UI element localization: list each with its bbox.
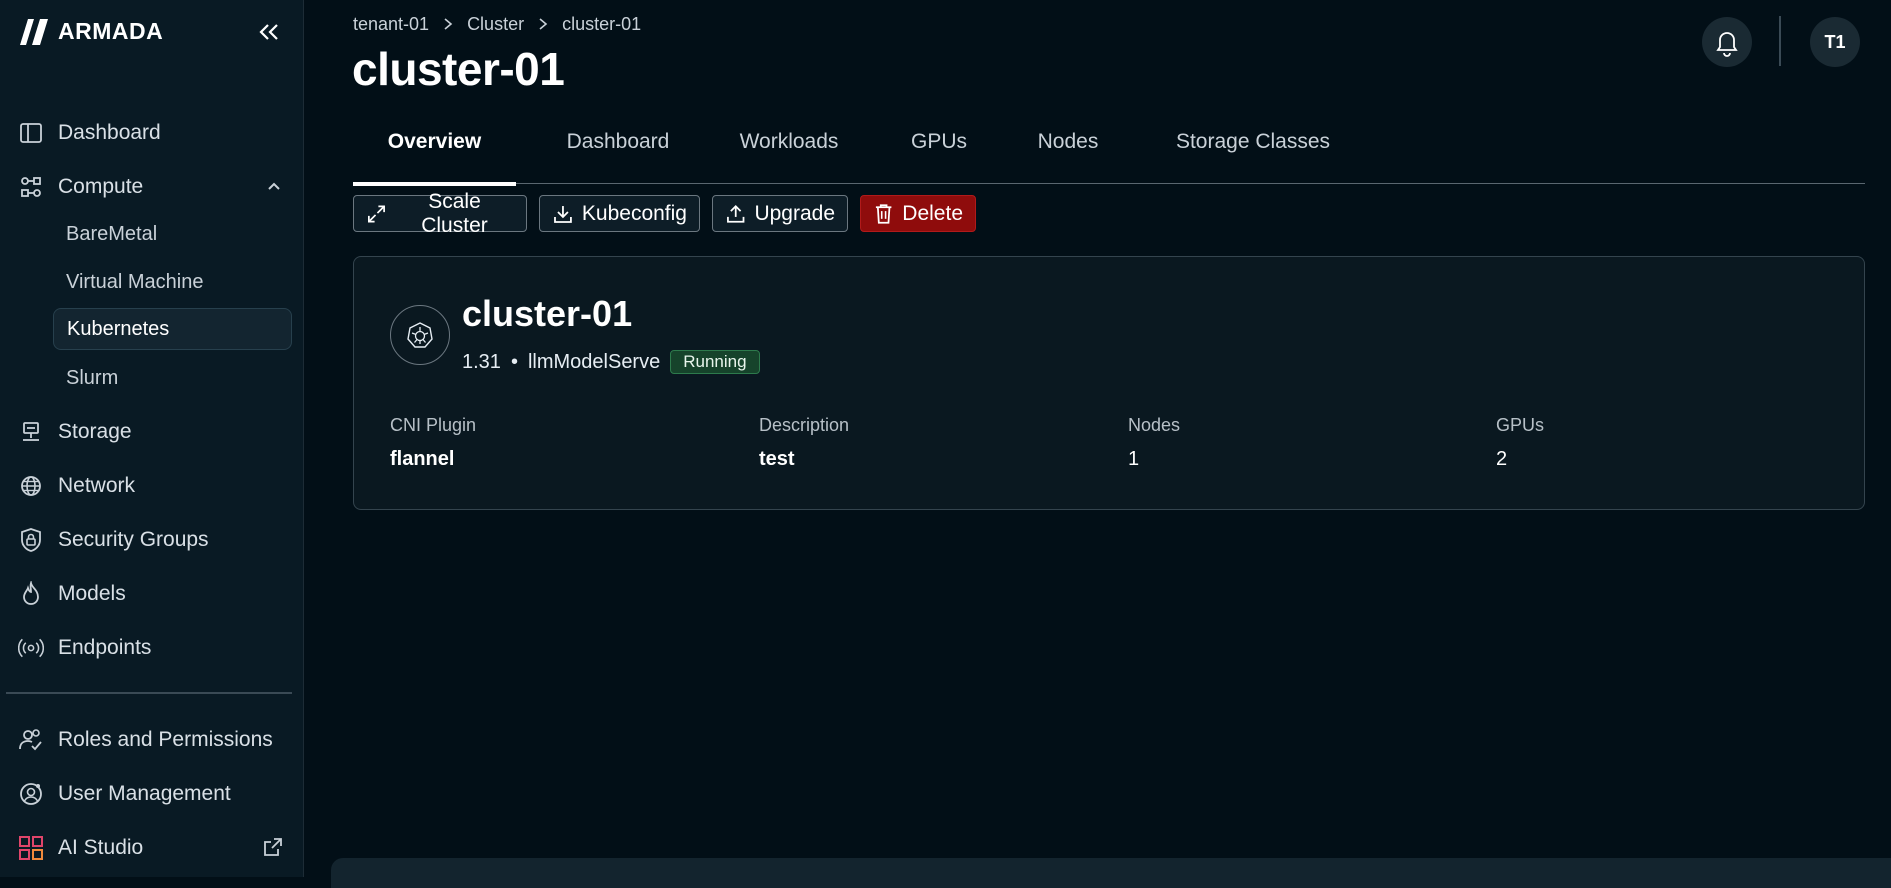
sidebar-divider	[6, 692, 292, 694]
upload-icon	[727, 204, 745, 223]
download-icon	[554, 205, 572, 223]
field-value: flannel	[390, 448, 455, 470]
sidebar-subitem-slurm[interactable]: Slurm	[53, 357, 292, 399]
button-label: Delete	[902, 201, 963, 225]
cluster-name: cluster-01	[462, 293, 633, 334]
cluster-summary-card: cluster-01 1.31 • llmModelServe Running …	[353, 256, 1865, 510]
sidebar-item-security-groups[interactable]: Security Groups	[18, 523, 209, 557]
sidebar-item-label: Roles and Permissions	[58, 728, 273, 751]
tab-overview[interactable]: Overview	[353, 118, 516, 186]
sidebar-item-label: Endpoints	[58, 636, 152, 659]
meta-separator: •	[510, 350, 518, 373]
chevron-right-icon	[444, 18, 453, 30]
storage-icon	[18, 419, 44, 445]
sidebar-item-storage[interactable]: Storage	[18, 415, 132, 449]
field-label: Nodes	[1128, 415, 1181, 435]
broadcast-icon	[18, 635, 44, 661]
sidebar-subitem-label: Virtual Machine	[66, 270, 204, 293]
chevron-up-icon[interactable]	[264, 176, 284, 196]
double-chevron-left-icon	[259, 24, 278, 40]
kubernetes-icon	[390, 305, 450, 365]
sidebar-item-label: Security Groups	[58, 528, 209, 551]
button-label: Upgrade	[754, 201, 835, 225]
kubeconfig-button[interactable]: Kubeconfig	[539, 195, 700, 232]
tab-dashboard[interactable]: Dashboard	[543, 118, 693, 184]
sidebar-item-endpoints[interactable]: Endpoints	[18, 631, 151, 665]
grid-icon	[18, 835, 44, 861]
field-value: 1	[1128, 448, 1140, 470]
sidebar-item-dashboard[interactable]: Dashboard	[18, 116, 161, 150]
button-label: Scale Cluster	[421, 189, 488, 237]
breadcrumb-item-tenant[interactable]: tenant-01	[353, 14, 429, 35]
tab-bar: Overview Dashboard Workloads GPUs Nodes …	[353, 118, 1865, 186]
armada-logo-icon	[18, 15, 52, 47]
sidebar-item-label: AI Studio	[58, 836, 144, 859]
globe-icon	[18, 473, 44, 499]
field-gpus: GPUs 2	[1496, 415, 1544, 471]
shield-lock-icon	[18, 527, 44, 553]
cluster-meta: 1.31 • llmModelServe Running	[462, 349, 760, 375]
scale-cluster-button[interactable]: Scale Cluster	[353, 190, 527, 237]
sidebar-item-label: Storage	[58, 420, 132, 443]
sidebar-subitem-label: BareMetal	[66, 222, 158, 245]
sidebar-item-label: Network	[58, 474, 136, 497]
breadcrumb: tenant-01 Cluster cluster-01	[353, 12, 641, 36]
notifications-button[interactable]	[1702, 17, 1752, 67]
header-divider	[1779, 16, 1781, 66]
sidebar-item-network[interactable]: Network	[18, 469, 135, 503]
flame-icon	[18, 581, 44, 607]
collapse-sidebar-button[interactable]	[254, 18, 284, 46]
trash-icon	[875, 203, 892, 224]
brand-name: ARMADA	[58, 17, 164, 44]
tab-nodes[interactable]: Nodes	[1013, 118, 1123, 184]
external-link-icon[interactable]	[262, 836, 284, 858]
brand-logo[interactable]: ARMADA	[18, 14, 163, 48]
sidebar-item-roles-permissions[interactable]: Roles and Permissions	[18, 723, 273, 757]
field-label: Description	[759, 415, 850, 435]
cluster-version: 1.31	[462, 350, 501, 373]
avatar[interactable]: T1	[1810, 17, 1860, 67]
status-badge: Running	[670, 350, 760, 374]
field-description: Description test	[759, 415, 849, 471]
field-value: test	[759, 448, 795, 470]
sidebar-item-label: Models	[58, 582, 126, 605]
breadcrumb-item-current: cluster-01	[562, 13, 642, 34]
panel-icon	[18, 120, 44, 146]
sidebar-subitem-baremetal[interactable]: BareMetal	[53, 213, 292, 255]
main-content: tenant-01 Cluster cluster-01 cluster-01 …	[305, 0, 1891, 888]
sidebar-item-user-management[interactable]: User Management	[18, 777, 231, 811]
button-label: Kubeconfig	[581, 201, 687, 225]
sidebar-subitem-label: Kubernetes	[67, 317, 170, 340]
tab-workloads[interactable]: Workloads	[719, 118, 859, 184]
cluster-template: llmModelServe	[527, 350, 661, 373]
field-label: CNI Plugin	[390, 415, 477, 435]
sidebar-item-label: User Management	[58, 782, 231, 805]
user-settings-icon	[18, 781, 44, 807]
breadcrumb-item-cluster[interactable]: Cluster	[467, 14, 524, 35]
compute-icon	[18, 174, 44, 200]
sidebar-item-compute[interactable]: Compute	[18, 170, 143, 204]
sidebar-item-label: Dashboard	[58, 121, 161, 144]
delete-button[interactable]: Delete	[860, 195, 976, 232]
sidebar-item-label: Compute	[58, 175, 144, 198]
tab-storage-classes[interactable]: Storage Classes	[1153, 118, 1353, 184]
upgrade-button[interactable]: Upgrade	[712, 195, 848, 232]
sidebar-item-models[interactable]: Models	[18, 577, 126, 611]
users-icon	[18, 727, 44, 753]
sidebar-subitem-virtual-machine[interactable]: Virtual Machine	[53, 261, 292, 303]
field-label: GPUs	[1496, 415, 1545, 435]
bottom-panel	[331, 858, 1891, 888]
field-cni-plugin: CNI Plugin flannel	[390, 415, 476, 471]
sidebar-subitem-kubernetes[interactable]: Kubernetes	[53, 308, 292, 350]
tab-gpus[interactable]: GPUs	[889, 118, 989, 184]
field-value: 2	[1496, 448, 1508, 470]
expand-icon	[368, 205, 385, 222]
chevron-right-icon	[539, 18, 548, 30]
page-title: cluster-01	[352, 43, 565, 95]
sidebar: ARMADA Dashboard Compute BareMetal Virtu…	[0, 0, 304, 877]
bell-icon	[1716, 32, 1738, 57]
field-nodes: Nodes 1	[1128, 415, 1180, 471]
sidebar-item-ai-studio[interactable]: AI Studio	[18, 831, 143, 865]
sidebar-subitem-label: Slurm	[66, 366, 119, 389]
